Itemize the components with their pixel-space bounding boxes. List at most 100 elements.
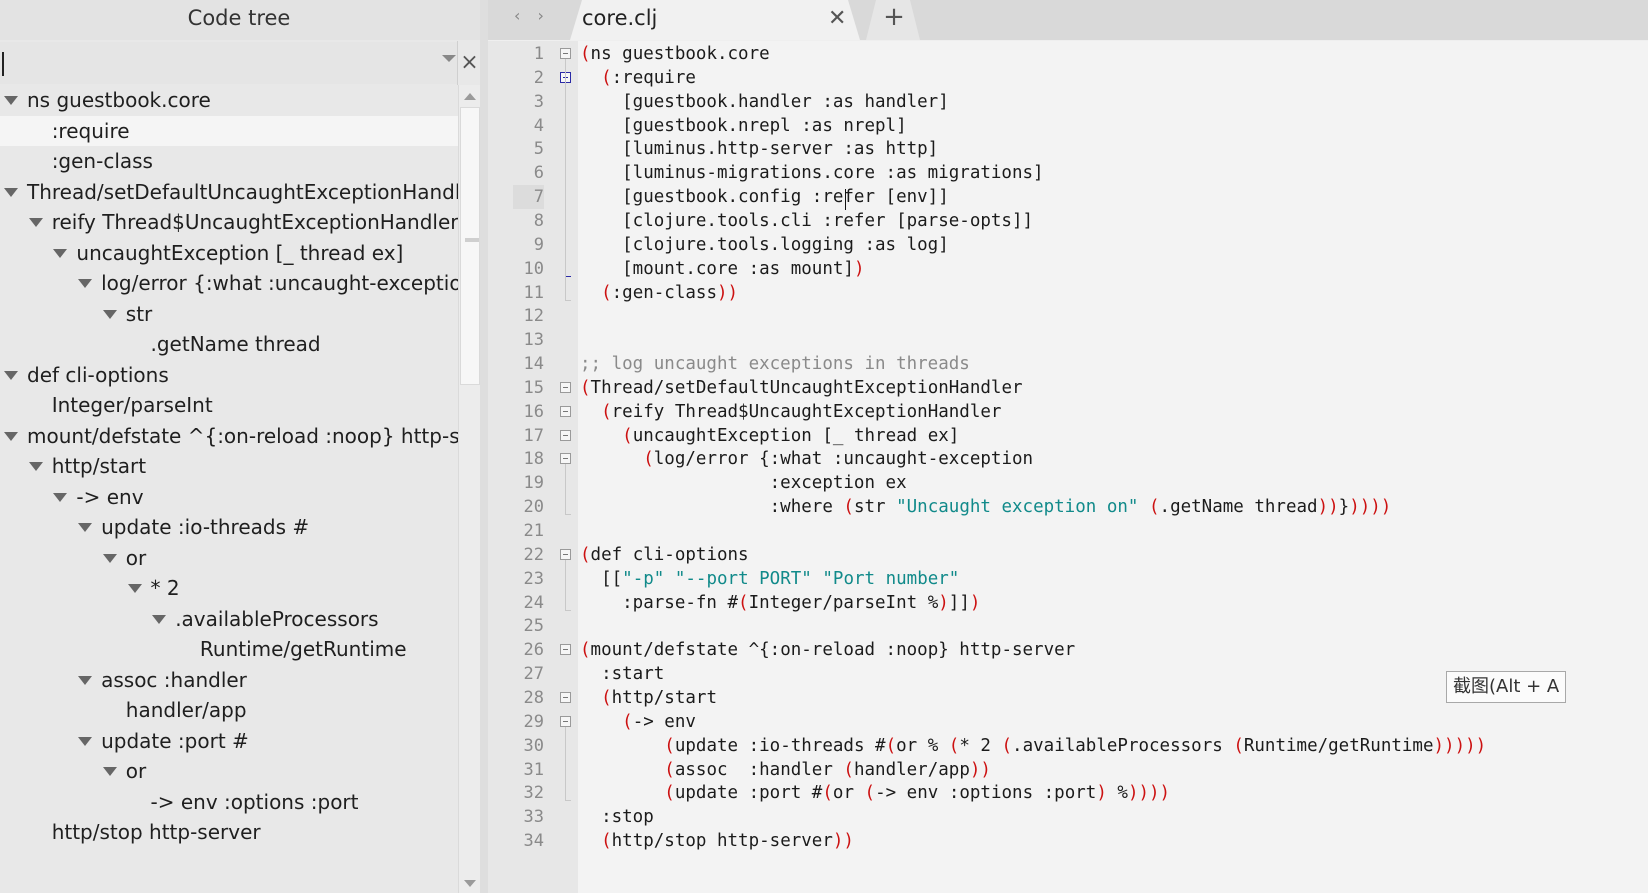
fold-minus-icon[interactable] — [560, 48, 571, 59]
code-line: [guestbook.config :refer [env]] — [580, 185, 949, 209]
line-number: 7 — [513, 185, 544, 210]
line-number: 24 — [523, 592, 544, 613]
tree-item[interactable]: reify Thread$UncaughtExceptionHandler — [0, 207, 458, 237]
panel-splitter[interactable] — [480, 0, 488, 893]
tree-item[interactable]: Thread/setDefaultUncaughtExceptionHandle… — [0, 177, 458, 207]
code-token: or — [832, 783, 865, 804]
scrollbar-grip — [465, 238, 479, 242]
expand-arrow-icon[interactable] — [78, 675, 93, 685]
expand-arrow-icon[interactable] — [28, 462, 43, 471]
fold-minus-icon[interactable] — [560, 405, 571, 417]
tree-item[interactable]: .availableProcessors — [0, 604, 458, 634]
code-line: (update :port #(or (-> env :options :por… — [580, 781, 1170, 805]
tree-item[interactable]: uncaughtException [_ thread ex] — [0, 238, 458, 268]
fold-minus-icon[interactable] — [560, 381, 571, 393]
tree-item[interactable]: str — [0, 299, 458, 329]
tree-item[interactable]: update :io-threads # — [0, 512, 458, 542]
tree-filter-input[interactable] — [0, 46, 450, 80]
tree-item[interactable]: http/start — [0, 451, 458, 481]
tree-item[interactable]: assoc :handler — [0, 665, 458, 695]
expand-arrow-icon[interactable] — [152, 614, 167, 624]
expand-arrow-icon[interactable] — [127, 584, 142, 593]
fold-minus-icon[interactable] — [560, 453, 571, 465]
tree-item[interactable]: handler/app — [0, 695, 458, 725]
expand-arrow-icon[interactable] — [53, 492, 68, 502]
tree-item[interactable]: Runtime/getRuntime — [0, 634, 458, 664]
code-token: [guestbook.handler :as handler] — [580, 91, 949, 112]
tree-item[interactable]: * 2 — [0, 573, 458, 603]
scroll-up-arrow-icon[interactable] — [464, 93, 476, 100]
code-tree-title: Code tree — [187, 6, 291, 30]
code-text-area[interactable]: (ns guestbook.core (:require [guestbook.… — [578, 41, 1648, 893]
tree-filter-bar — [0, 42, 458, 84]
code-line: (:gen-class)) — [580, 281, 738, 305]
expand-arrow-icon[interactable] — [78, 736, 93, 746]
expand-arrow-icon[interactable] — [4, 431, 18, 441]
tree-item[interactable]: def cli-options — [0, 360, 458, 390]
plus-icon[interactable]: + — [874, 2, 914, 32]
tree-item[interactable]: -> env :options :port — [0, 787, 458, 817]
fold-minus-icon[interactable] — [560, 715, 571, 727]
expand-arrow-icon[interactable] — [102, 767, 117, 776]
code-tree-header: Code tree — [0, 0, 480, 40]
scrollbar-thumb[interactable] — [460, 107, 480, 385]
fold-minus-icon[interactable] — [560, 429, 571, 441]
tree-item[interactable]: or — [0, 543, 458, 573]
expand-arrow-icon[interactable] — [4, 96, 18, 105]
line-number: 26 — [523, 640, 544, 661]
code-token: ) — [969, 592, 981, 613]
tree-item[interactable]: or — [0, 756, 458, 786]
expand-arrow-icon[interactable] — [102, 309, 117, 319]
code-token: [[ — [580, 568, 623, 589]
fold-minus-icon[interactable] — [560, 548, 571, 560]
line-number: 10 — [523, 258, 544, 279]
tree-item[interactable]: update :port # — [0, 726, 458, 756]
chevron-down-icon[interactable] — [442, 55, 456, 62]
code-token: ( — [1233, 735, 1244, 756]
tab-scroll-arrows[interactable]: ‹ › — [514, 6, 550, 25]
code-token: str — [853, 497, 897, 518]
tree-item[interactable]: :gen-class — [0, 146, 458, 176]
code-token: .getName thread — [1159, 497, 1318, 518]
fold-minus-icon[interactable] — [560, 644, 571, 656]
line-number: 9 — [533, 234, 544, 255]
filter-close-button[interactable]: × — [457, 41, 481, 85]
code-token: :require — [611, 67, 696, 88]
expand-arrow-icon[interactable] — [4, 187, 18, 197]
code-line: (:require — [580, 66, 696, 90]
expand-arrow-icon[interactable] — [4, 370, 18, 380]
fold-end-marker — [565, 800, 571, 802]
code-token: ( — [622, 425, 633, 446]
expand-arrow-icon[interactable] — [53, 248, 68, 258]
tree-item[interactable]: Integer/parseInt — [0, 390, 458, 420]
expand-arrow-icon[interactable] — [28, 218, 43, 227]
tree-item[interactable]: ns guestbook.core — [0, 85, 458, 115]
tab-label: core.clj — [582, 6, 658, 30]
code-token: ) — [1096, 783, 1107, 804]
code-token: )) — [1317, 497, 1339, 518]
tree-item[interactable]: log/error {:what :uncaught-exception — [0, 268, 458, 298]
tree-item[interactable]: :require — [0, 115, 458, 146]
tree-item-label: .getName thread — [150, 332, 321, 356]
line-number: 20 — [523, 497, 544, 518]
expand-arrow-icon[interactable] — [102, 553, 117, 563]
tree-item[interactable]: mount/defstate ^{:on-reload :noop} http-… — [0, 421, 458, 451]
tree-item-label: log/error {:what :uncaught-exception — [101, 271, 458, 295]
expand-arrow-icon[interactable] — [78, 523, 93, 532]
fold-guide — [565, 726, 566, 801]
fold-minus-icon[interactable] — [560, 691, 571, 703]
scroll-down-arrow-icon[interactable] — [464, 880, 476, 887]
code-line: (http/stop http-server)) — [580, 829, 854, 853]
code-token: } — [1338, 497, 1350, 518]
expand-arrow-icon[interactable] — [78, 279, 93, 288]
line-number: 32 — [523, 783, 544, 804]
tab-close-button[interactable]: ✕ — [828, 6, 846, 31]
tree-item[interactable]: .getName thread — [0, 329, 458, 359]
tree-item[interactable]: -> env — [0, 482, 458, 512]
tree-item[interactable]: http/stop http-server — [0, 817, 458, 847]
tree-scrollbar[interactable] — [458, 85, 481, 893]
